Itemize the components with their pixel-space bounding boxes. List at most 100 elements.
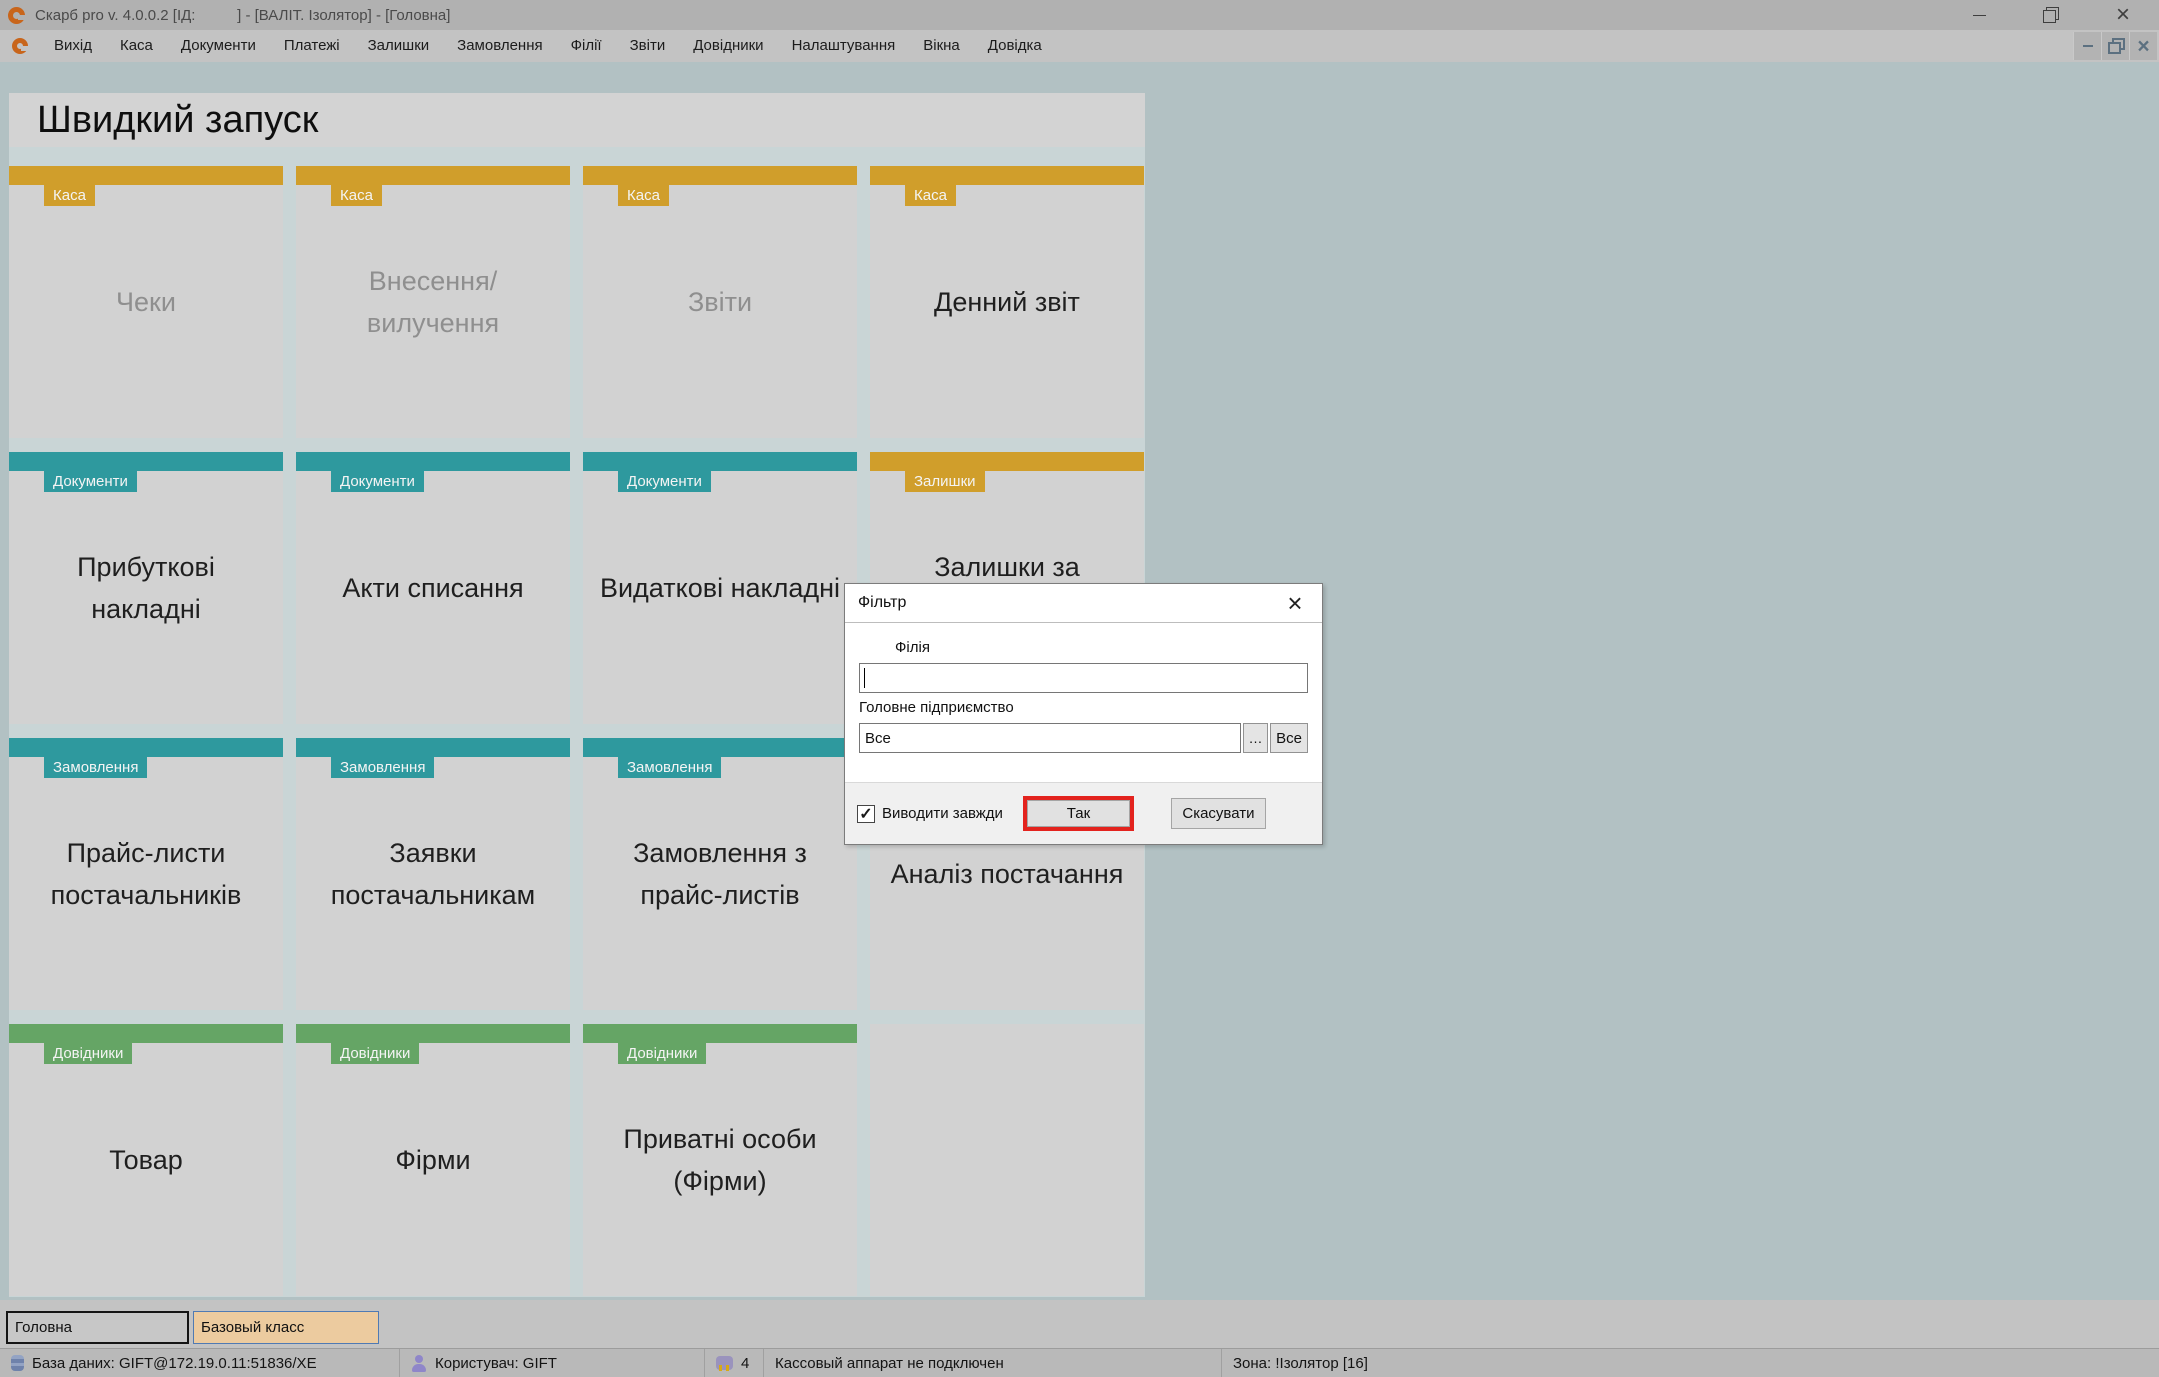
plug-icon bbox=[716, 1356, 733, 1370]
menu-item-10[interactable]: Вікна bbox=[909, 30, 974, 62]
tile-label-text: Фірми bbox=[395, 1139, 470, 1181]
quick-launch-tile-6[interactable]: ДокументиВидаткові накладні bbox=[583, 452, 857, 724]
menu-item-3[interactable]: Платежі bbox=[270, 30, 354, 62]
tile-label bbox=[870, 1024, 1144, 1296]
tile-label-text: Видаткові накладні bbox=[600, 567, 840, 609]
tile-label-text: Приватні особи (Фірми) bbox=[595, 1118, 845, 1202]
tile-label: Прибуткові накладні bbox=[9, 452, 283, 724]
bottom-tab-1[interactable]: Базовый класс bbox=[193, 1311, 379, 1344]
quick-launch-tile-3[interactable]: КасаДенний звіт bbox=[870, 166, 1144, 438]
mdi-minimize-button[interactable] bbox=[2073, 32, 2101, 60]
quick-launch-title: Швидкий запуск bbox=[9, 93, 1145, 147]
menu-item-7[interactable]: Звіти bbox=[616, 30, 680, 62]
holovne-pidpryiemstvo-input[interactable]: Все bbox=[859, 723, 1241, 753]
holovne-pidpryiemstvo-row: Все … Все bbox=[859, 723, 1308, 753]
bottom-tab-strip: ГоловнаБазовый класс bbox=[0, 1300, 2159, 1348]
vyvodyty-zavzhdy-checkbox[interactable]: ✓ bbox=[857, 805, 875, 823]
mdi-restore-button[interactable] bbox=[2101, 32, 2129, 60]
menu-item-5[interactable]: Замовлення bbox=[443, 30, 556, 62]
filter-dialog: Фільтр × Філія Головне підприємство Все … bbox=[844, 583, 1323, 845]
user-icon bbox=[411, 1355, 427, 1372]
quick-launch-tile-15[interactable] bbox=[870, 1024, 1144, 1296]
tile-label-text: Аналіз постачання bbox=[891, 853, 1124, 895]
device-count: 4 bbox=[741, 1355, 749, 1372]
lookup-ellipsis-button[interactable]: … bbox=[1243, 723, 1268, 753]
tak-button[interactable]: Так bbox=[1027, 800, 1130, 827]
menu-bar: ВихідКасаДокументиПлатежіЗалишкиЗамовлен… bbox=[0, 30, 2159, 62]
mdi-close-icon: × bbox=[2137, 36, 2149, 57]
filia-label: Філія bbox=[895, 639, 1308, 656]
minimize-icon bbox=[1973, 15, 1986, 16]
dialog-body: Філія Головне підприємство Все … Все bbox=[845, 623, 1322, 753]
zone-text: Зона: !Ізолятор [16] bbox=[1233, 1355, 1368, 1372]
menu-item-2[interactable]: Документи bbox=[167, 30, 270, 62]
menu-item-6[interactable]: Філії bbox=[557, 30, 616, 62]
mdi-close-button[interactable]: × bbox=[2129, 32, 2157, 60]
window-controls: × bbox=[1943, 0, 2159, 30]
minimize-button[interactable] bbox=[1943, 0, 2015, 30]
tile-label: Чеки bbox=[9, 166, 283, 438]
database-icon bbox=[11, 1355, 24, 1371]
mdi-child-icon bbox=[12, 38, 28, 54]
menu-items: ВихідКасаДокументиПлатежіЗалишкиЗамовлен… bbox=[40, 30, 1056, 62]
skasuvaty-button[interactable]: Скасувати bbox=[1171, 798, 1266, 829]
user-text: Користувач: GIFT bbox=[435, 1355, 557, 1372]
dialog-title-bar[interactable]: Фільтр × bbox=[845, 584, 1322, 623]
title-bar: Скарб pro v. 4.0.0.2 [ІД: ] - [ВАЛІТ. Із… bbox=[0, 0, 2159, 30]
tile-label: Прайс-листи постачальників bbox=[9, 738, 283, 1010]
tile-label-text: Чеки bbox=[116, 281, 176, 323]
status-bar: База даних: GIFT@172.19.0.11:51836/XE Ко… bbox=[0, 1348, 2159, 1377]
cash-register-status: Кассовый аппарат не подключен bbox=[775, 1355, 1004, 1372]
menu-item-4[interactable]: Залишки bbox=[354, 30, 444, 62]
vse-button[interactable]: Все bbox=[1270, 723, 1308, 753]
quick-launch-tile-0[interactable]: КасаЧеки bbox=[9, 166, 283, 438]
quick-launch-tile-2[interactable]: КасаЗвіти bbox=[583, 166, 857, 438]
quick-launch-tile-10[interactable]: ЗамовленняЗамовлення з прайс-листів bbox=[583, 738, 857, 1010]
tile-label-text: Прибуткові накладні bbox=[21, 546, 271, 630]
restore-icon bbox=[2043, 10, 2056, 23]
close-button[interactable]: × bbox=[2087, 0, 2159, 30]
menu-item-0[interactable]: Вихід bbox=[40, 30, 106, 62]
menu-item-8[interactable]: Довідники bbox=[679, 30, 777, 62]
device-count-section: 4 bbox=[705, 1349, 764, 1377]
dialog-title: Фільтр bbox=[858, 584, 906, 622]
tile-label-text: Товар bbox=[109, 1139, 182, 1181]
quick-launch-tile-13[interactable]: ДовідникиФірми bbox=[296, 1024, 570, 1296]
dialog-close-button[interactable]: × bbox=[1276, 584, 1314, 622]
cash-register-section: Кассовый аппарат не подключен bbox=[764, 1349, 1222, 1377]
filia-input[interactable] bbox=[859, 663, 1308, 693]
quick-launch-tile-8[interactable]: ЗамовленняПрайс-листи постачальників bbox=[9, 738, 283, 1010]
quick-launch-tile-4[interactable]: ДокументиПрибуткові накладні bbox=[9, 452, 283, 724]
tile-label: Замовлення з прайс-листів bbox=[583, 738, 857, 1010]
text-caret bbox=[864, 668, 865, 688]
holovne-pidpryiemstvo-value: Все bbox=[865, 730, 891, 747]
quick-launch-tile-14[interactable]: ДовідникиПриватні особи (Фірми) bbox=[583, 1024, 857, 1296]
quick-launch-tile-12[interactable]: ДовідникиТовар bbox=[9, 1024, 283, 1296]
app-logo-icon bbox=[8, 7, 25, 24]
tile-label: Заявки постачальникам bbox=[296, 738, 570, 1010]
quick-launch-tile-9[interactable]: ЗамовленняЗаявки постачальникам bbox=[296, 738, 570, 1010]
user-section: Користувач: GIFT bbox=[400, 1349, 705, 1377]
tile-label: Внесення/вилучення bbox=[296, 166, 570, 438]
tile-label: Денний звіт bbox=[870, 166, 1144, 438]
bottom-tab-0[interactable]: Головна bbox=[6, 1311, 189, 1344]
holovne-pidpryiemstvo-label: Головне підприємство bbox=[859, 699, 1308, 716]
mdi-restore-icon bbox=[2108, 42, 2121, 54]
menu-item-1[interactable]: Каса bbox=[106, 30, 167, 62]
tile-label: Фірми bbox=[296, 1024, 570, 1296]
vyvodyty-zavzhdy-label: Виводити завжди bbox=[882, 805, 1003, 822]
restore-button[interactable] bbox=[2015, 0, 2087, 30]
quick-launch-tile-1[interactable]: КасаВнесення/вилучення bbox=[296, 166, 570, 438]
database-section: База даних: GIFT@172.19.0.11:51836/XE bbox=[0, 1349, 400, 1377]
mdi-minimize-icon bbox=[2083, 45, 2093, 47]
database-text: База даних: GIFT@172.19.0.11:51836/XE bbox=[32, 1355, 317, 1372]
quick-launch-tile-5[interactable]: ДокументиАкти списання bbox=[296, 452, 570, 724]
tile-label-text: Денний звіт bbox=[934, 281, 1080, 323]
tile-label: Приватні особи (Фірми) bbox=[583, 1024, 857, 1296]
tile-label: Акти списання bbox=[296, 452, 570, 724]
menu-item-11[interactable]: Довідка bbox=[974, 30, 1056, 62]
tile-label-text: Акти списання bbox=[342, 567, 523, 609]
menu-item-9[interactable]: Налаштування bbox=[778, 30, 910, 62]
tile-label-text: Замовлення з прайс-листів bbox=[595, 832, 845, 916]
close-icon: × bbox=[2116, 3, 2130, 27]
